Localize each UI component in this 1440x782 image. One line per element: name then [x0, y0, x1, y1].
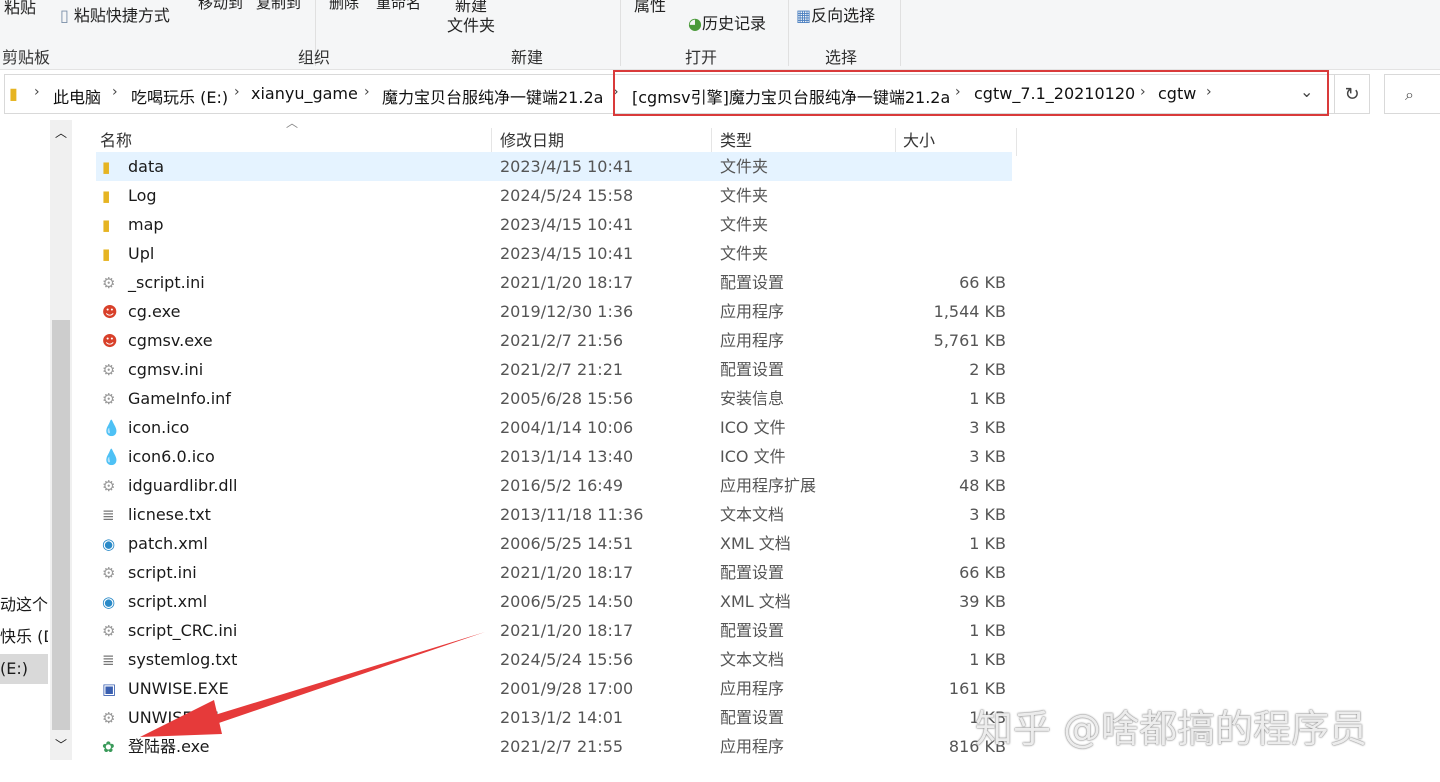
red-arrow-annotation	[140, 632, 485, 737]
watermark: 知乎 @啥都搞的程序员	[975, 707, 1368, 751]
arrow-shaft	[205, 632, 485, 726]
arrow-head	[140, 700, 222, 737]
